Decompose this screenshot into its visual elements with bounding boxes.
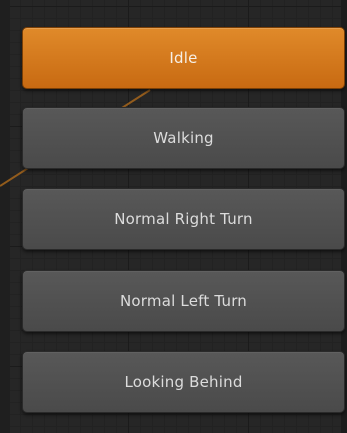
state-node-normal-left-turn[interactable]: Normal Left Turn bbox=[22, 270, 345, 332]
state-node-label: Idle bbox=[169, 49, 198, 67]
state-node-label: Walking bbox=[153, 129, 214, 147]
state-node-label: Normal Left Turn bbox=[119, 292, 248, 310]
canvas-left-edge bbox=[0, 0, 10, 433]
state-node-walking[interactable]: Walking bbox=[22, 107, 345, 169]
state-node-normal-right-turn[interactable]: Normal Right Turn bbox=[22, 188, 345, 250]
state-node-looking-behind[interactable]: Looking Behind bbox=[22, 351, 345, 413]
state-node-label: Looking Behind bbox=[124, 373, 243, 391]
state-node-label: Normal Right Turn bbox=[114, 210, 253, 228]
state-node-idle[interactable]: Idle bbox=[22, 27, 345, 89]
